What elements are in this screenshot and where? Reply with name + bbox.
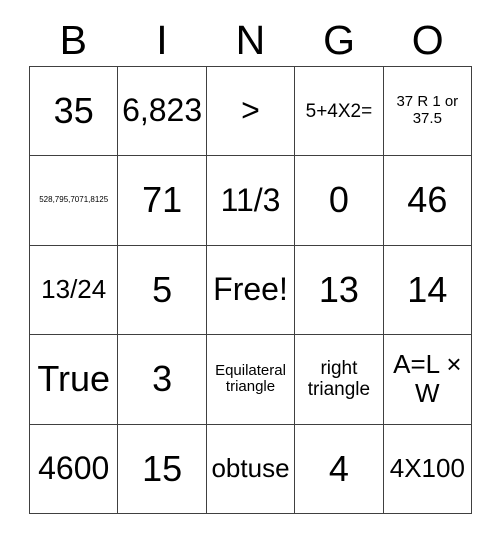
bingo-cell-text: 13/24 [41, 274, 107, 305]
bingo-cell[interactable]: 4X100 [383, 424, 473, 515]
bingo-header-letter-g: G [295, 14, 384, 66]
bingo-cell-text: 5 [152, 268, 173, 310]
bingo-cell-text: 46 [407, 179, 448, 221]
bingo-cell-text: A=L × W [393, 349, 462, 409]
bingo-cell-text: True [37, 358, 111, 400]
bingo-cell-text: 0 [328, 179, 349, 221]
bingo-cell[interactable]: 13 [295, 245, 384, 336]
bingo-cell-text: 4600 [38, 449, 110, 486]
bingo-free-space-text: Free! [213, 271, 288, 308]
bingo-cell-text: 35 [53, 90, 94, 132]
bingo-grid: 35 6,823 > 5+4X2= 37 R 1 or 37.5 528,795… [29, 66, 473, 515]
bingo-cell[interactable]: 11/3 [206, 156, 296, 246]
bingo-cell-text: > [241, 92, 260, 129]
bingo-row: True 3 Equilateral triangle right triang… [30, 335, 473, 425]
bingo-cell-text: 528,795,7071,8125 [39, 195, 109, 205]
header-letter-text: G [323, 16, 356, 63]
bingo-cell[interactable]: 6,823 [118, 67, 207, 157]
bingo-header-letter-i: I [118, 14, 207, 66]
bingo-cell[interactable]: 15 [118, 424, 207, 515]
bingo-row: 35 6,823 > 5+4X2= 37 R 1 or 37.5 [30, 67, 473, 157]
bingo-cell-text: 3 [152, 358, 173, 400]
bingo-header-letter-n: N [206, 14, 295, 66]
bingo-cell-text: 6,823 [122, 92, 203, 129]
bingo-cell[interactable]: 3 [118, 335, 207, 425]
bingo-cell[interactable]: 71 [118, 156, 207, 246]
bingo-cell[interactable]: A=L × W [383, 335, 473, 425]
bingo-cell[interactable]: Equilateral triangle [206, 335, 296, 425]
bingo-cell[interactable]: 5 [118, 245, 207, 336]
bingo-cell-text: Equilateral triangle [215, 361, 286, 396]
header-letter-text: N [235, 16, 266, 63]
bingo-header-letter-o: O [383, 14, 472, 66]
header-letter-text: B [59, 16, 87, 63]
bingo-header-letter-b: B [29, 14, 118, 66]
bingo-cell[interactable]: 4 [295, 424, 384, 515]
bingo-card: B I N G O 35 6,823 > 5+4X2= 37 R 1 or 37… [0, 0, 500, 544]
bingo-cell[interactable]: right triangle [295, 335, 384, 425]
bingo-cell-text: 15 [142, 447, 183, 489]
bingo-cell-text: 4 [328, 447, 349, 489]
bingo-cell-text: 37 R 1 or 37.5 [396, 93, 459, 128]
bingo-cell[interactable]: 13/24 [30, 245, 119, 336]
bingo-cell-text: obtuse [211, 453, 290, 484]
bingo-row: 13/24 5 Free! 13 14 [30, 245, 473, 336]
bingo-cell-free-space[interactable]: Free! [206, 245, 296, 336]
bingo-header-row: B I N G O [29, 14, 472, 66]
bingo-cell-text: 13 [318, 268, 359, 310]
bingo-cell[interactable]: True [30, 335, 119, 425]
bingo-cell-text: 14 [407, 268, 448, 310]
bingo-cell-text: 11/3 [220, 181, 281, 218]
bingo-cell[interactable]: 0 [295, 156, 384, 246]
bingo-cell[interactable]: 528,795,7071,8125 [30, 156, 119, 246]
bingo-cell[interactable]: 46 [383, 156, 473, 246]
bingo-row: 4600 15 obtuse 4 4X100 [30, 424, 473, 515]
header-letter-text: O [411, 16, 444, 63]
bingo-cell[interactable]: 14 [383, 245, 473, 336]
bingo-cell-text: 71 [142, 179, 183, 221]
bingo-cell-text: 4X100 [389, 453, 465, 484]
bingo-row: 528,795,7071,8125 71 11/3 0 46 [30, 156, 473, 246]
bingo-cell[interactable]: 5+4X2= [295, 67, 384, 157]
bingo-cell[interactable]: obtuse [206, 424, 296, 515]
bingo-cell[interactable]: > [206, 67, 296, 157]
bingo-cell[interactable]: 4600 [30, 424, 119, 515]
bingo-cell[interactable]: 35 [30, 67, 119, 157]
bingo-cell[interactable]: 37 R 1 or 37.5 [383, 67, 473, 157]
bingo-cell-text: 5+4X2= [305, 100, 373, 122]
bingo-cell-text: right triangle [307, 358, 371, 401]
header-letter-text: I [156, 16, 168, 63]
